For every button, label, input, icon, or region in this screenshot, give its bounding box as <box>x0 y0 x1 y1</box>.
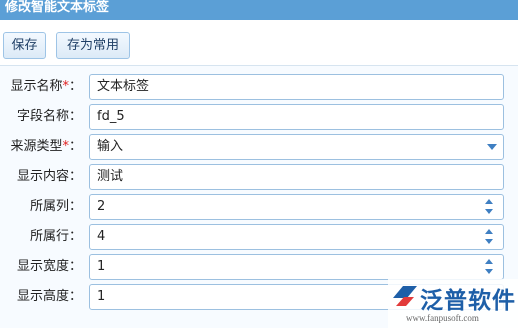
increment-arrow-icon[interactable] <box>485 229 493 234</box>
brand-url: www.fanpusoft.com <box>406 313 479 323</box>
increment-arrow-icon[interactable] <box>485 199 493 204</box>
display-content-input[interactable]: 测试 <box>89 164 504 190</box>
column-value: 2 <box>97 199 106 214</box>
dialog-title: 修改智能文本标签 <box>0 0 518 20</box>
field-label: 显示高度： <box>16 289 82 304</box>
toolbar: 保存 存为常用 <box>0 20 518 66</box>
decrement-arrow-icon[interactable] <box>485 239 493 244</box>
field-label: 字段名称： <box>16 109 82 124</box>
spinner <box>485 228 495 246</box>
column-stepper[interactable]: 2 <box>89 194 504 220</box>
form-row-source-type: 来源类型*： 输入 <box>0 132 518 162</box>
display-width-value: 1 <box>97 259 106 274</box>
chevron-down-icon[interactable] <box>487 144 497 150</box>
form-row-row: 所属行： 4 <box>0 222 518 252</box>
display-width-stepper[interactable]: 1 <box>89 254 504 280</box>
form-row-display-width: 显示宽度： 1 <box>0 252 518 282</box>
spinner <box>485 198 495 216</box>
source-type-select[interactable]: 输入 <box>89 134 504 160</box>
field-label: 显示名称*： <box>10 79 82 94</box>
decrement-arrow-icon[interactable] <box>485 209 493 214</box>
spinner <box>485 258 495 276</box>
save-button[interactable]: 保存 <box>3 32 46 59</box>
form-row-field-name: 字段名称： fd_5 <box>0 102 518 132</box>
form-row-column: 所属列： 2 <box>0 192 518 222</box>
form-row-display-content: 显示内容： 测试 <box>0 162 518 192</box>
brand-name: 泛普软件 <box>420 288 516 314</box>
field-label: 显示宽度： <box>16 259 82 274</box>
field-name-input[interactable]: fd_5 <box>89 104 504 130</box>
form-row-display-name: 显示名称*： 文本标签 <box>0 72 518 102</box>
field-label: 来源类型*： <box>10 139 82 154</box>
row-stepper[interactable]: 4 <box>89 224 504 250</box>
save-as-common-button[interactable]: 存为常用 <box>56 32 130 59</box>
brand-logo-icon <box>393 286 417 306</box>
field-label: 所属列： <box>29 199 82 214</box>
display-height-value: 1 <box>97 289 106 304</box>
source-type-value: 输入 <box>97 139 124 154</box>
decrement-arrow-icon[interactable] <box>485 269 493 274</box>
field-label: 显示内容： <box>16 169 82 184</box>
field-label: 所属行： <box>29 229 82 244</box>
row-value: 4 <box>97 229 106 244</box>
display-name-input[interactable]: 文本标签 <box>89 74 504 100</box>
watermark-logo: 泛普软件 www.fanpusoft.com <box>388 279 518 328</box>
increment-arrow-icon[interactable] <box>485 259 493 264</box>
